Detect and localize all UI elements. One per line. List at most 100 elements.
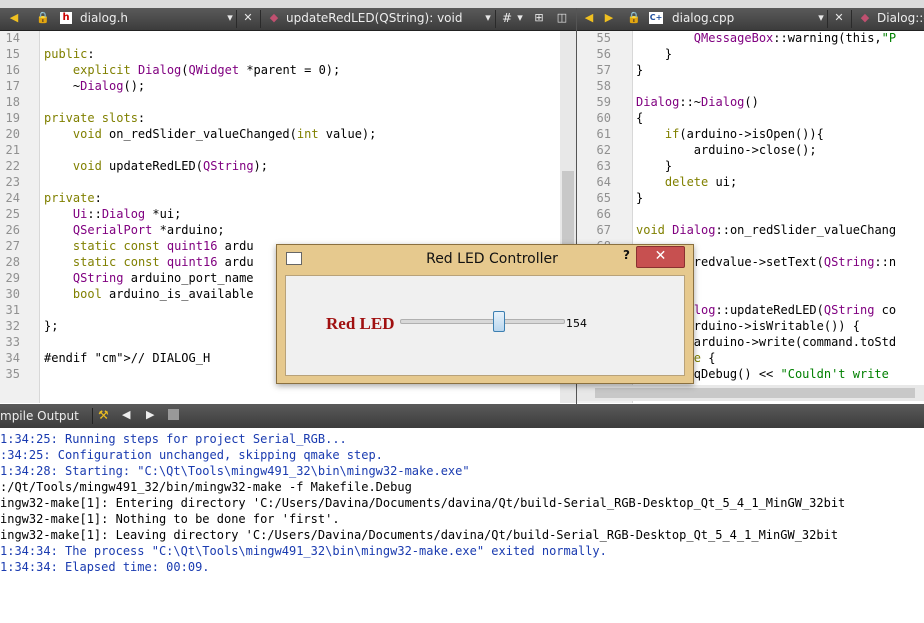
line-number: 17: [5, 79, 20, 93]
code-line[interactable]: };: [44, 319, 58, 333]
line-number: 25: [5, 207, 20, 221]
line-number: 21: [5, 143, 20, 157]
help-button[interactable]: ?: [623, 248, 630, 262]
right-horizontal-scrollbar[interactable]: [577, 385, 924, 401]
line-number: 67: [596, 223, 611, 237]
dialog-title: Red LED Controller: [426, 251, 558, 267]
hash-button[interactable]: #: [502, 11, 512, 25]
line-number: 61: [596, 127, 611, 141]
next-item-icon[interactable]: ▶: [146, 408, 154, 421]
line-number: 66: [596, 207, 611, 221]
red-slider-handle[interactable]: [492, 311, 505, 332]
output-line: :34:25: Configuration unchanged, skippin…: [0, 448, 383, 462]
red-led-controller-dialog: Red LED Controller ? ✕ Red LED 154: [276, 244, 694, 384]
code-line[interactable]: arduino->close();: [636, 143, 817, 157]
chevron-down-icon[interactable]: ▾: [482, 12, 494, 24]
compile-output-panel[interactable]: 1:34:25: Running steps for project Seria…: [0, 428, 924, 623]
code-line[interactable]: QString arduino_port_name: [44, 271, 254, 285]
function-selector[interactable]: updateRedLED(QString): void: [286, 11, 462, 25]
left-file-selector[interactable]: dialog.h: [80, 11, 128, 25]
line-number: 24: [5, 191, 20, 205]
line-number: 60: [596, 111, 611, 125]
red-slider-track[interactable]: [400, 319, 565, 324]
code-line[interactable]: }: [636, 63, 643, 77]
code-line[interactable]: QMessageBox::warning(this,"P: [636, 31, 896, 45]
line-number: 35: [5, 367, 20, 381]
code-line[interactable]: ~Dialog();: [44, 79, 145, 93]
code-line[interactable]: explicit Dialog(QWidget *parent = 0);: [44, 63, 340, 77]
back-arrow-icon[interactable]: ◀: [583, 12, 595, 24]
line-number: 28: [5, 255, 20, 269]
output-line: 1:34:25: Running steps for project Seria…: [0, 432, 347, 446]
line-number: 64: [596, 175, 611, 189]
previous-item-icon[interactable]: ◀: [122, 408, 130, 421]
line-number: 58: [596, 79, 611, 93]
line-number: 14: [5, 31, 20, 45]
output-line: ingw32-make[1]: Leaving directory 'C:/Us…: [0, 528, 839, 542]
chevron-down-icon[interactable]: ▾: [514, 12, 526, 24]
code-line[interactable]: {: [636, 111, 643, 125]
line-number: 56: [596, 47, 611, 61]
code-line[interactable]: #endif "cm">// DIALOG_H: [44, 351, 210, 365]
back-arrow-icon[interactable]: ◀: [8, 12, 20, 24]
code-line[interactable]: bool arduino_is_available: [44, 287, 254, 301]
code-line[interactable]: }: [636, 191, 643, 205]
forward-arrow-icon[interactable]: ▶: [603, 12, 615, 24]
line-number: 19: [5, 111, 20, 125]
close-icon[interactable]: ✕: [242, 12, 254, 24]
dialog-close-button[interactable]: ✕: [636, 246, 685, 268]
line-number: 65: [596, 191, 611, 205]
code-line[interactable]: if(arduino->isOpen()){: [636, 127, 824, 141]
output-line: ingw32-make[1]: Entering directory 'C:/U…: [0, 496, 846, 510]
line-number: 34: [5, 351, 20, 365]
code-line[interactable]: private:: [44, 191, 102, 205]
code-line[interactable]: Dialog::~Dialog(): [636, 95, 759, 109]
lock-icon: 🔒: [36, 11, 50, 24]
right-file-selector[interactable]: dialog.cpp: [672, 11, 734, 25]
line-number: 20: [5, 127, 20, 141]
line-number: 18: [5, 95, 20, 109]
dialog-content: Red LED 154: [285, 275, 685, 376]
code-line[interactable]: }: [636, 47, 672, 61]
line-number: 31: [5, 303, 20, 317]
line-number: 15: [5, 47, 20, 61]
close-icon[interactable]: ✕: [833, 12, 845, 24]
left-editor-toolbar: ◀ 🔒 h dialog.h ▾ ✕ ◆ updateRedLED(QStrin…: [0, 8, 576, 31]
chevron-down-icon[interactable]: ▾: [224, 12, 236, 24]
output-line: ingw32-make[1]: Nothing to be done for '…: [0, 512, 340, 526]
line-number: 22: [5, 159, 20, 173]
right-editor-toolbar: ◀ ▶ 🔒 C+ dialog.cpp ▾ ✕ ◆ Dialog::on: [577, 8, 924, 31]
code-line[interactable]: private slots:: [44, 111, 145, 125]
chevron-down-icon[interactable]: ▾: [815, 12, 827, 24]
code-line[interactable]: delete ui;: [636, 175, 737, 189]
function-icon: ◆: [269, 11, 279, 24]
right-function-selector[interactable]: Dialog::on: [877, 11, 924, 25]
code-line[interactable]: }: [636, 159, 672, 173]
line-number: 57: [596, 63, 611, 77]
line-number: 30: [5, 287, 20, 301]
output-line: 1:34:34: The process "C:\Qt\Tools\mingw4…: [0, 544, 607, 558]
line-number: 59: [596, 95, 611, 109]
line-number: 32: [5, 319, 20, 333]
code-line[interactable]: public:: [44, 47, 95, 61]
code-line[interactable]: Ui::Dialog *ui;: [44, 207, 181, 221]
split-icon[interactable]: ⊞: [533, 12, 545, 24]
line-number: 27: [5, 239, 20, 253]
line-number: 23: [5, 175, 20, 189]
code-line[interactable]: static const quint16 ardu: [44, 255, 254, 269]
code-line[interactable]: static const quint16 ardu: [44, 239, 254, 253]
build-icon[interactable]: ⚒: [98, 408, 109, 422]
code-line[interactable]: void updateRedLED(QString);: [44, 159, 268, 173]
line-number: 63: [596, 159, 611, 173]
close-split-icon[interactable]: ◫: [556, 12, 568, 24]
red-led-label: Red LED: [326, 314, 395, 333]
output-line: 1:34:28: Starting: "C:\Qt\Tools\mingw491…: [0, 464, 470, 478]
right-scroll-thumb[interactable]: [595, 388, 915, 398]
clear-output-icon[interactable]: [168, 409, 179, 420]
code-line[interactable]: void Dialog::on_redSlider_valueChang: [636, 223, 896, 237]
code-line[interactable]: void on_redSlider_valueChanged(int value…: [44, 127, 376, 141]
cpp-file-icon: C+: [649, 12, 663, 24]
code-line[interactable]: QSerialPort *arduino;: [44, 223, 225, 237]
output-line: 1:34:34: Elapsed time: 00:09.: [0, 560, 210, 574]
line-number: 26: [5, 223, 20, 237]
